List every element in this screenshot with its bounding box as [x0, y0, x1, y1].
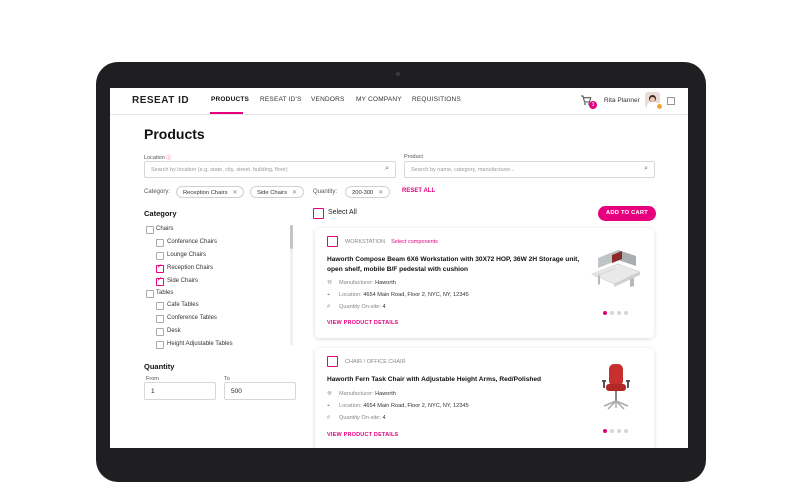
- checkbox-side-chairs[interactable]: [156, 276, 164, 286]
- reset-all-button[interactable]: RESET ALL: [402, 188, 435, 194]
- view-product-details-link[interactable]: VIEW PRODUCT DETAILS: [327, 432, 398, 438]
- search-icon[interactable]: ⌕: [644, 165, 648, 173]
- location-search-input[interactable]: Search by location (e.g. state, city, st…: [144, 161, 396, 178]
- product-quantity: # Quantity On-site: 4: [327, 415, 386, 421]
- checkbox-height-adjustable-tables[interactable]: [156, 341, 164, 349]
- factory-icon: ⚒: [327, 280, 333, 286]
- location-label: Location ⓘ: [144, 155, 172, 161]
- category-height-adjustable-tables[interactable]: Height Adjustable Tables: [167, 341, 233, 347]
- select-components-link[interactable]: Select components: [391, 239, 438, 245]
- category-filter-label: Category:: [144, 189, 171, 195]
- user-name[interactable]: Rita Planner: [604, 97, 640, 104]
- quantity-to-input[interactable]: 500: [224, 382, 296, 400]
- product-location: ⌖ Location: 4654 Main Road, Floor 2, NYC,…: [327, 292, 469, 298]
- page-title: Products: [144, 126, 205, 142]
- category-lounge-chairs[interactable]: Lounge Chairs: [167, 252, 206, 258]
- product-manufacturer: ⚒ Manufacturer: Haworth: [327, 391, 396, 397]
- nav-requisitions[interactable]: REQUISITIONS: [412, 96, 461, 103]
- product-name[interactable]: Haworth Fern Task Chair with Adjustable …: [327, 375, 585, 385]
- active-nav-underline: [210, 112, 243, 114]
- view-product-details-link[interactable]: VIEW PRODUCT DETAILS: [327, 320, 398, 326]
- category-reception-chairs[interactable]: Reception Chairs: [167, 265, 213, 271]
- product-card[interactable]: WORKSTATION Select components Haworth Com…: [315, 228, 654, 338]
- image-carousel-dots[interactable]: [603, 420, 631, 438]
- workstation-image[interactable]: [588, 244, 644, 296]
- nav-products[interactable]: PRODUCTS: [211, 96, 249, 103]
- checkbox-desk[interactable]: [156, 328, 164, 336]
- checkbox-conference-tables[interactable]: [156, 315, 164, 323]
- category-desk[interactable]: Desk: [167, 328, 181, 334]
- product-label: Product: [404, 154, 423, 160]
- location-pin-icon: ⌖: [327, 403, 331, 409]
- app-screen: RESEAT ID PRODUCTS RESEAT ID'S VENDORS M…: [110, 88, 688, 448]
- category-side-chairs[interactable]: Side Chairs: [167, 278, 198, 284]
- close-icon: ✕: [291, 190, 297, 196]
- product-checkbox[interactable]: [327, 236, 338, 247]
- category-conference-tables[interactable]: Conference Tables: [167, 315, 217, 321]
- checkbox-conference-chairs[interactable]: [156, 239, 164, 247]
- product-location: ⌖ Location: 4654 Main Road, Floor 2, NYC,…: [327, 403, 469, 409]
- category-cafe-tables[interactable]: Cafe Tables: [167, 302, 199, 308]
- checkbox-reception-chairs[interactable]: [156, 263, 164, 273]
- location-pin-icon: ⌖: [327, 292, 331, 298]
- product-type: CHAIR / OFFICE CHAIR: [345, 359, 406, 365]
- category-scrollbar-thumb[interactable]: [290, 225, 293, 249]
- product-card[interactable]: CHAIR / OFFICE CHAIR Haworth Fern Task C…: [315, 348, 654, 448]
- quantity-heading: Quantity: [144, 362, 175, 371]
- quantity-from-input[interactable]: 1: [144, 382, 216, 400]
- nav-reseat-ids[interactable]: RESEAT ID'S: [260, 96, 302, 103]
- logo[interactable]: RESEAT ID: [132, 95, 189, 106]
- filter-chip-quantity[interactable]: 200-300 ✕: [345, 186, 391, 198]
- product-checkbox[interactable]: [327, 356, 338, 367]
- category-tables[interactable]: Tables: [156, 290, 173, 296]
- close-icon: ✕: [378, 190, 384, 196]
- menu-icon[interactable]: [667, 97, 675, 105]
- status-dot: [656, 103, 663, 110]
- filter-chip-side-chairs[interactable]: Side Chairs ✕: [250, 186, 304, 198]
- add-to-cart-button[interactable]: ADD TO CART: [598, 206, 656, 221]
- camera-dot: [396, 72, 400, 76]
- image-carousel-dots[interactable]: [603, 302, 631, 320]
- category-chairs[interactable]: Chairs: [156, 226, 173, 232]
- checkbox-lounge-chairs[interactable]: [156, 252, 164, 260]
- nav-vendors[interactable]: VENDORS: [311, 96, 345, 103]
- product-type: WORKSTATION Select components: [345, 239, 438, 245]
- quantity-filter-label: Quantity:: [313, 189, 338, 195]
- product-quantity: # Quantity On-site: 4: [327, 304, 386, 310]
- top-header: RESEAT ID PRODUCTS RESEAT ID'S VENDORS M…: [110, 88, 688, 115]
- close-icon: ✕: [232, 190, 238, 196]
- cart-count-badge: 3: [589, 101, 597, 109]
- search-icon[interactable]: ⌕: [385, 165, 389, 173]
- filter-chip-reception-chairs[interactable]: Reception Chairs ✕: [176, 186, 245, 198]
- red-office-chair-image[interactable]: [588, 360, 644, 412]
- select-all-label[interactable]: Select All: [328, 209, 357, 216]
- checkbox-cafe-tables[interactable]: [156, 302, 164, 310]
- hash-icon: #: [327, 415, 331, 421]
- product-manufacturer: ⚒ Manufacturer: Haworth: [327, 280, 396, 286]
- product-search-input[interactable]: Search by name, category, manufacturer..…: [404, 161, 655, 178]
- product-name[interactable]: Haworth Compose Beam 6X6 Workstation wit…: [327, 255, 585, 274]
- factory-icon: ⚒: [327, 391, 333, 397]
- nav-my-company[interactable]: MY COMPANY: [356, 96, 402, 103]
- hash-icon: #: [327, 304, 331, 310]
- checkbox-chairs[interactable]: [146, 226, 154, 234]
- category-conference-chairs[interactable]: Conference Chairs: [167, 239, 217, 245]
- select-all-checkbox[interactable]: [313, 208, 324, 219]
- category-heading: Category: [144, 209, 177, 218]
- checkbox-tables[interactable]: [146, 290, 154, 298]
